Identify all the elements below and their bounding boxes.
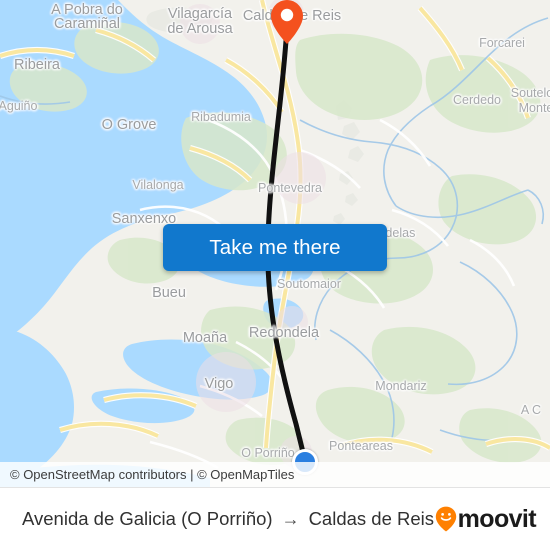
route-origin-label: Avenida de Galicia (O Porriño): [22, 508, 273, 529]
attribution-text: © OpenStreetMap contributors | © OpenMap…: [10, 467, 295, 482]
take-me-there-button[interactable]: Take me there: [163, 224, 387, 271]
route-summary: Avenida de Galicia (O Porriño) → Caldas …: [22, 508, 434, 530]
map-attribution[interactable]: © OpenStreetMap contributors | © OpenMap…: [0, 462, 550, 487]
route-footer: Avenida de Galicia (O Porriño) → Caldas …: [0, 487, 550, 550]
arrow-right-icon: →: [281, 508, 300, 529]
moovit-pin-smile-icon: [435, 506, 457, 532]
route-destination-label: Caldas de Reis: [308, 508, 435, 529]
moovit-logo[interactable]: moovit: [435, 504, 537, 534]
moovit-route-card: A Pobra do Caramiñal Vilagarcía de Arousa Ca…: [0, 0, 550, 550]
map-canvas[interactable]: A Pobra do Caramiñal Vilagarcía de Arousa Ca…: [0, 0, 550, 487]
moovit-wordmark: moovit: [457, 504, 537, 533]
